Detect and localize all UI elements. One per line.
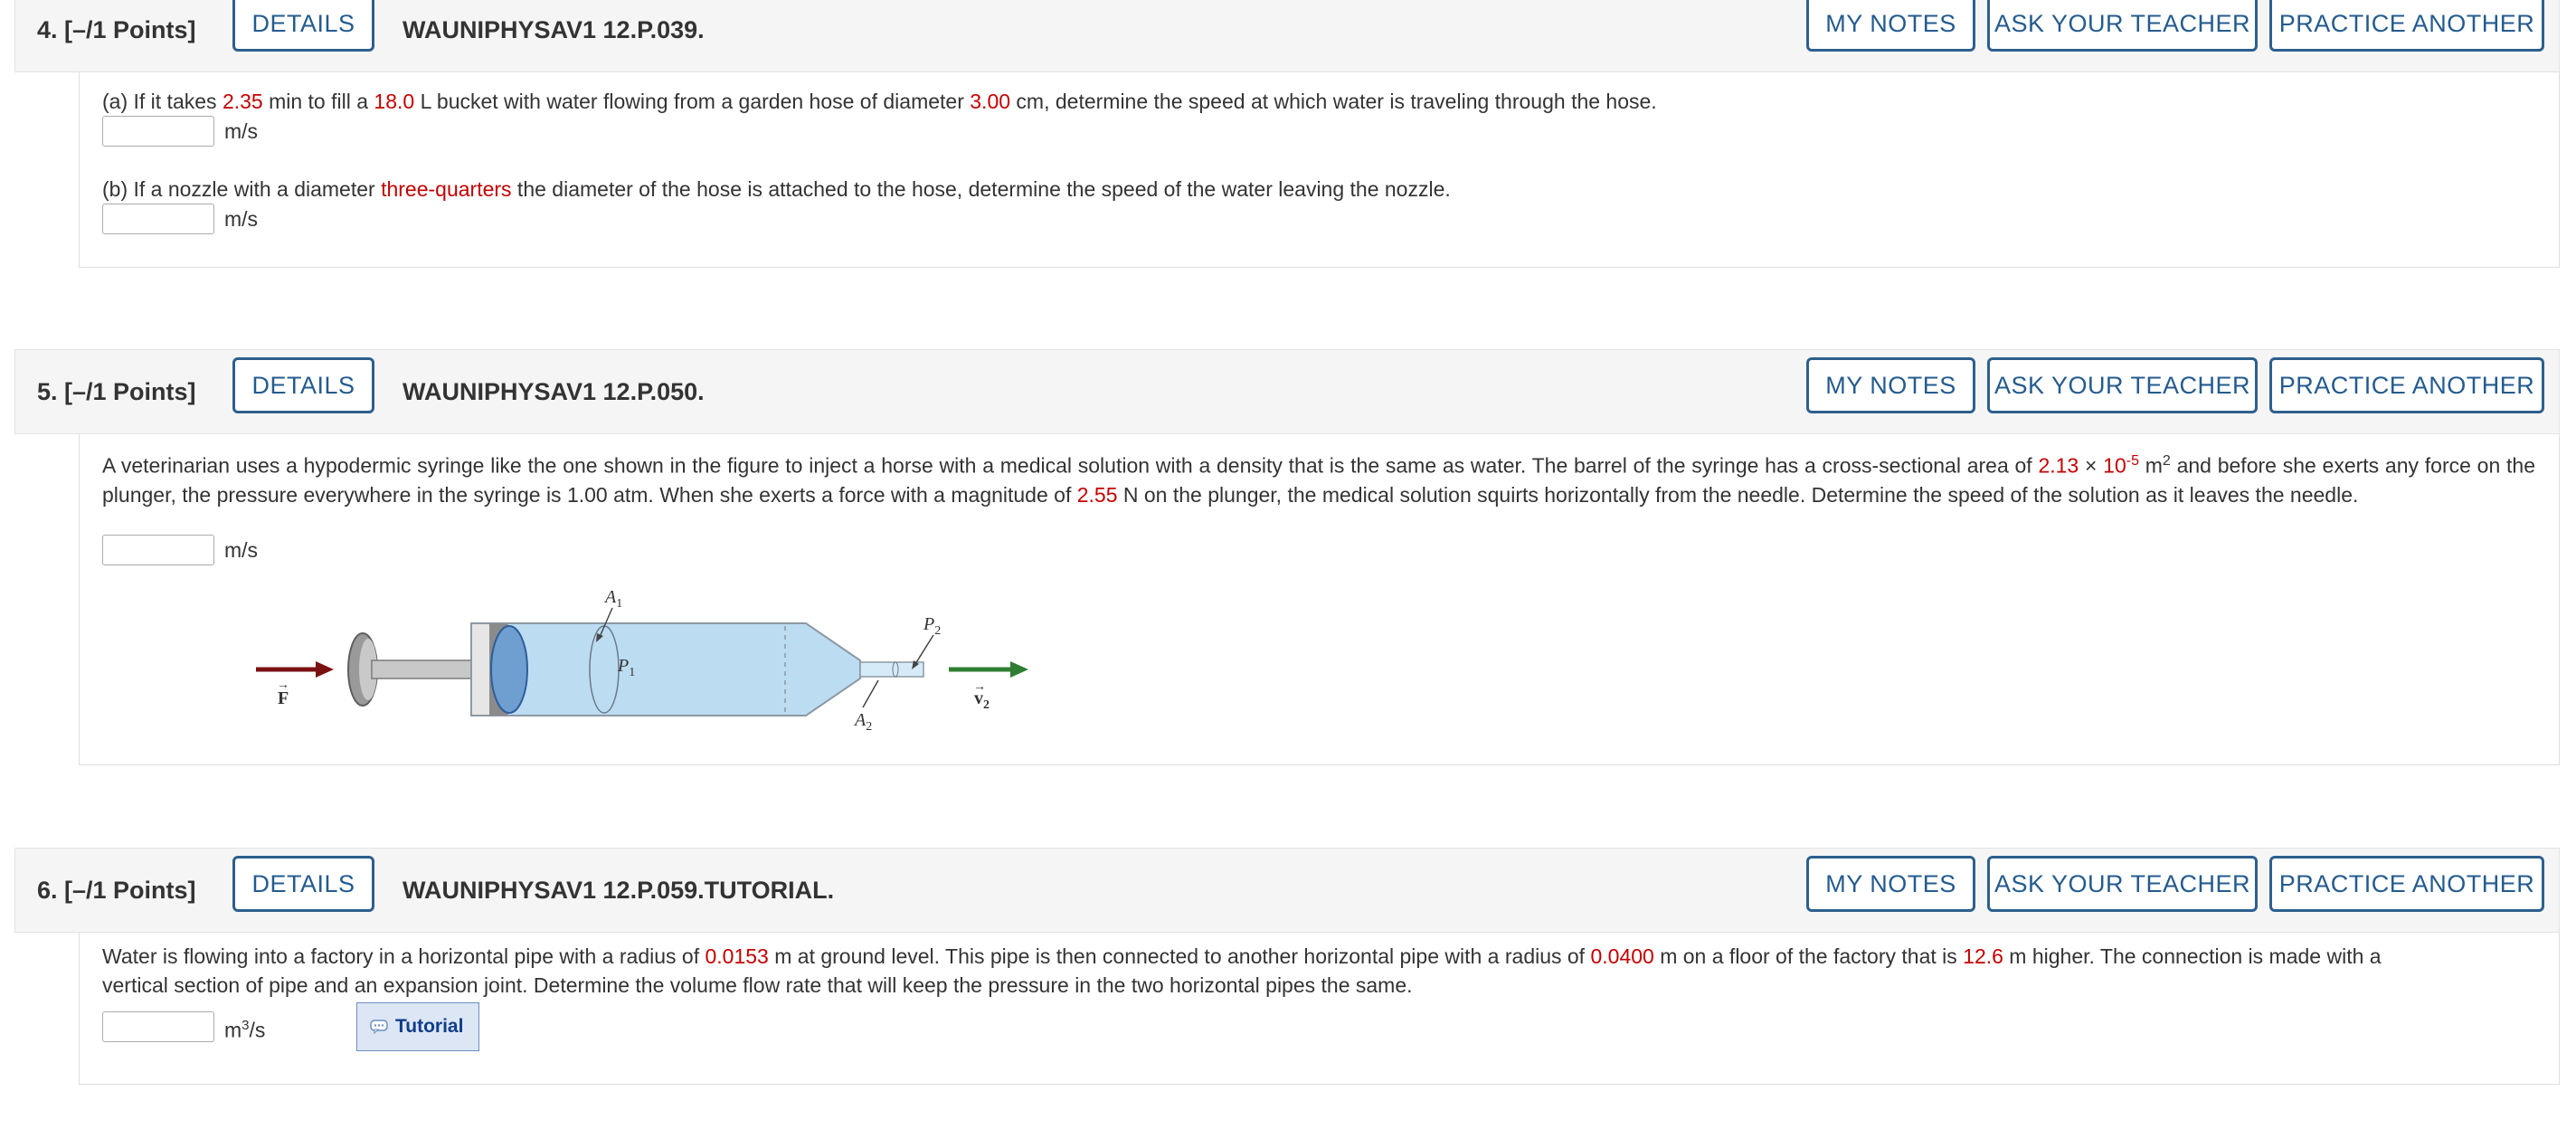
q5-question-text: A veterinarian uses a hypodermic syringe…	[102, 453, 2535, 507]
q6-height-value: 12.6	[1963, 944, 2003, 968]
label-p2: P2	[923, 614, 941, 638]
q4-part-b-unit: m/s	[224, 207, 259, 231]
q4-problem-code: WAUNIPHYSAV1 12.P.039.	[402, 16, 705, 43]
syringe-barrel	[470, 622, 861, 716]
q4-part-a-unit: m/s	[224, 119, 259, 143]
tutorial-icon	[370, 1020, 388, 1034]
q5-my-notes-button[interactable]: MY NOTES	[1806, 357, 1975, 413]
q4-part-b-answer-input[interactable]	[102, 204, 214, 234]
q6-radius2-value: 0.0400	[1590, 944, 1654, 968]
q6-my-notes-button[interactable]: MY NOTES	[1806, 856, 1975, 912]
q4-ask-teacher-button[interactable]: ASK YOUR TEACHER	[1987, 0, 2258, 52]
label-a2: A2	[853, 710, 872, 734]
q5-unit: m/s	[224, 538, 259, 562]
q6-question-text-line1: Water is flowing into a factory in a hor…	[102, 944, 2382, 968]
q4-a-diameter-value: 3.00	[970, 90, 1011, 113]
force-arrow	[256, 661, 334, 678]
q6-radius1-value: 0.0153	[705, 944, 769, 968]
q4-practice-another-button[interactable]: PRACTICE ANOTHER	[2269, 0, 2544, 52]
velocity-arrow	[949, 661, 1028, 678]
q4-a-volume-value: 18.0	[374, 90, 415, 113]
question-4-header: 4. [–/1 Points] DETAILS WAUNIPHYSAV1 12.…	[14, 0, 2560, 72]
question-5-number: 5. [–/1 Points]	[37, 378, 196, 405]
q5-ask-teacher-button[interactable]: ASK YOUR TEACHER	[1987, 357, 2258, 413]
question-4-number: 4. [–/1 Points]	[37, 16, 196, 43]
question-6-body: Water is flowing into a factory in a hor…	[79, 933, 2560, 1085]
q4-b-ratio-value: three-quarters	[381, 177, 512, 201]
tutorial-label: Tutorial	[395, 1016, 464, 1037]
question-5-header: 5. [–/1 Points] DETAILS WAUNIPHYSAV1 12.…	[14, 349, 2560, 434]
q6-answer-input[interactable]	[102, 1011, 214, 1042]
label-force: F	[278, 688, 289, 708]
q4-part-a-text: (a) If it takes 2.35 min to fill a 18.0 …	[102, 90, 1657, 113]
q4-details-button[interactable]: DETAILS	[232, 0, 374, 52]
q6-question-text-line2: vertical section of pipe and an expansio…	[102, 973, 1413, 997]
question-4-body: (a) If it takes 2.35 min to fill a 18.0 …	[79, 72, 2560, 268]
q5-details-button[interactable]: DETAILS	[232, 357, 374, 413]
svg-text:→: →	[973, 678, 986, 693]
q6-problem-code: WAUNIPHYSAV1 12.P.059.TUTORIAL.	[402, 877, 835, 904]
q5-problem-code: WAUNIPHYSAV1 12.P.050.	[402, 378, 705, 405]
question-5-body: A veterinarian uses a hypodermic syringe…	[79, 434, 2560, 765]
q4-my-notes-button[interactable]: MY NOTES	[1806, 0, 1975, 52]
q6-ask-teacher-button[interactable]: ASK YOUR TEACHER	[1987, 856, 2258, 912]
q4-part-b-text: (b) If a nozzle with a diameter three-qu…	[102, 177, 1451, 201]
q5-answer-input[interactable]	[102, 535, 214, 565]
label-a1: A1	[603, 587, 622, 611]
tutorial-button[interactable]: Tutorial	[356, 1002, 479, 1051]
q6-unit: m3/s	[224, 1018, 266, 1042]
q5-area-value: 2.13	[2038, 453, 2079, 478]
q4-a-time-value: 2.35	[222, 90, 263, 113]
q5-practice-another-button[interactable]: PRACTICE ANOTHER	[2269, 357, 2544, 413]
q5-force-value: 2.55	[1076, 482, 1118, 507]
svg-text:→: →	[277, 677, 289, 691]
q4-part-a-answer-input[interactable]	[102, 116, 214, 147]
q6-details-button[interactable]: DETAILS	[232, 856, 374, 912]
question-6-number: 6. [–/1 Points]	[37, 877, 196, 904]
q6-practice-another-button[interactable]: PRACTICE ANOTHER	[2269, 856, 2544, 912]
question-6-header: 6. [–/1 Points] DETAILS WAUNIPHYSAV1 12.…	[14, 848, 2560, 933]
syringe-figure: A1 P2 P1 A2 F → v2 →	[256, 587, 1028, 734]
plunger-rod	[371, 659, 472, 679]
